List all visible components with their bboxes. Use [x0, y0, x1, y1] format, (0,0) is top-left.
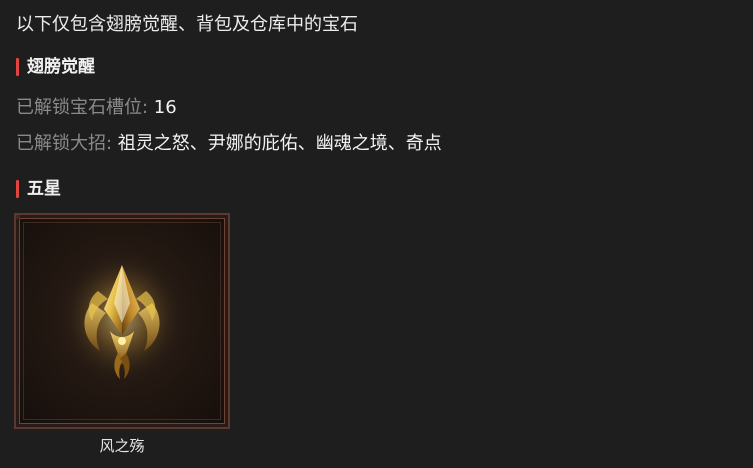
section-accent-bar	[16, 58, 19, 76]
gem-card[interactable]	[14, 213, 230, 429]
unlocked-skills-label: 已解锁大招:	[16, 133, 118, 154]
section-accent-bar	[16, 180, 19, 198]
intro-text: 以下仅包含翅膀觉醒、背包及仓库中的宝石	[16, 14, 358, 35]
unlocked-skills-row: 已解锁大招: 祖灵之怒、尹娜的庇佑、幽魂之境、奇点	[16, 131, 442, 157]
section-title-text: 五星	[27, 179, 61, 199]
section-title-wing-awakening: 翅膀觉醒	[16, 56, 95, 78]
unlocked-skills-value: 祖灵之怒、尹娜的庇佑、幽魂之境、奇点	[117, 133, 442, 154]
unlocked-slots-row: 已解锁宝石槽位: 16	[16, 95, 177, 121]
section-title-text: 翅膀觉醒	[27, 57, 95, 77]
section-title-five-star: 五星	[16, 178, 61, 200]
gem-name-label: 风之殇	[99, 437, 145, 455]
unlocked-slots-value: 16	[153, 97, 177, 118]
unlocked-slots-label: 已解锁宝石槽位:	[16, 97, 154, 118]
golden-crystal-gem-icon	[60, 251, 184, 383]
